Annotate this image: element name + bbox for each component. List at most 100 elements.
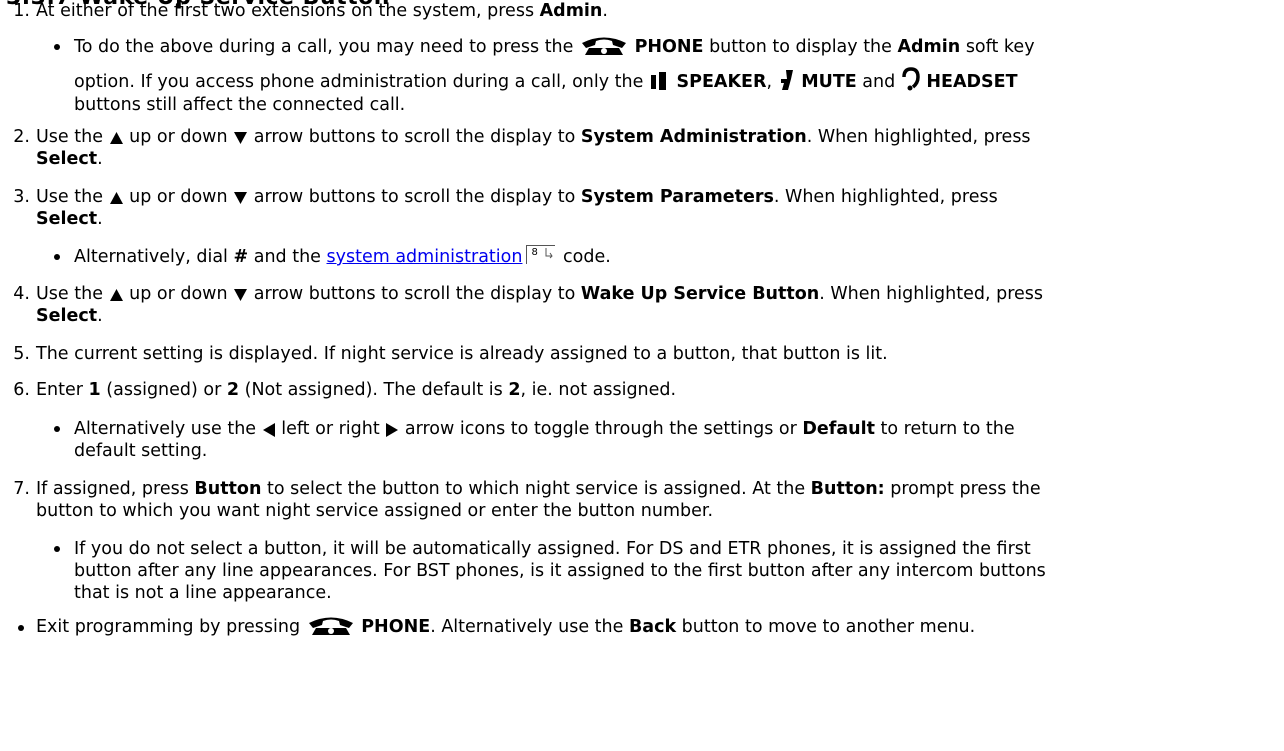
note-text: to return to the [874, 419, 1015, 439]
note-text: arrow icons to toggle through the settin… [404, 419, 803, 439]
headset-keyword: HEADSET [926, 72, 1018, 92]
system-administration-link[interactable]: system administration [327, 247, 523, 267]
step-text: . [97, 149, 103, 169]
step-4-number: 4. [13, 284, 30, 304]
bullet-dot [54, 254, 60, 260]
step-7-number: 7. [13, 479, 30, 499]
up-arrow-icon [109, 192, 123, 204]
mute-icon [780, 70, 793, 90]
step-text: up or down [129, 284, 234, 304]
bullet-dot [54, 426, 60, 432]
step-7-note-line-1: If you do not select a button, it will b… [74, 539, 1031, 559]
step-text: , ie. not assigned. [520, 380, 677, 400]
mute-keyword: MUTE [801, 72, 857, 92]
step-2-continuation: Select. [36, 147, 103, 171]
note-text: left or right [281, 419, 386, 439]
note-text: button to display the [703, 37, 898, 57]
step-text: . When highlighted, press [819, 284, 1044, 304]
step-1-note-line-1: To do the above during a call, you may n… [74, 34, 1035, 59]
down-arrow-icon [234, 132, 248, 144]
phone-icon [308, 617, 353, 635]
speaker-keyword: SPEAKER [676, 72, 767, 92]
step-3-number: 3. [13, 187, 30, 207]
bullet-dot [54, 44, 60, 50]
step-5-text: The current setting is displayed. If nig… [36, 344, 888, 364]
right-arrow-icon [386, 423, 399, 437]
step-text: . When highlighted, press [806, 127, 1031, 147]
step-text: up or down [129, 187, 234, 207]
step-text: arrow buttons to scroll the display to [253, 127, 581, 147]
step-text: Use the [36, 284, 109, 304]
page-reference[interactable]: 8 [526, 245, 556, 264]
down-arrow-icon [234, 192, 248, 204]
select-keyword: Select [36, 306, 98, 326]
note-text: and [856, 72, 901, 92]
select-keyword: Select [36, 149, 98, 169]
page-number: 8 [531, 247, 538, 258]
step-3-note: Alternatively, dial # and the system adm… [74, 245, 611, 269]
step-text: Use the [36, 187, 109, 207]
phone-keyword: PHONE [361, 617, 431, 637]
default-keyword: Default [802, 419, 875, 439]
exit-instruction: Exit programming by pressing PHONE. Alte… [36, 614, 975, 639]
up-arrow-icon [109, 132, 123, 144]
step-text: (assigned) or [100, 380, 227, 400]
step-text: Enter [36, 380, 89, 400]
step-2-text: Use the up or down arrow buttons to scro… [36, 125, 1031, 149]
up-arrow-icon [109, 289, 123, 301]
bullet-dot [54, 546, 60, 552]
document-page: 3.3.7 Wake Up Service Button 1. At eithe… [0, 0, 1284, 751]
note-text: , [766, 72, 773, 92]
admin-keyword: Admin [897, 37, 961, 57]
step-text: . [97, 209, 103, 229]
step-text: arrow buttons to scroll the display to [253, 187, 581, 207]
step-7-line-2: button to which you want night service a… [36, 501, 714, 521]
step-6-note-line-2: default setting. [74, 441, 208, 461]
note-text: To do the above during a call, you may n… [74, 37, 579, 57]
step-5-number: 5. [13, 344, 30, 364]
back-keyword: Back [628, 617, 677, 637]
step-6-note-line-1: Alternatively use the left or right arro… [74, 417, 1015, 441]
menu-item-name: Wake Up Service Button [580, 284, 820, 304]
menu-item-name: System Administration [580, 127, 807, 147]
headset-icon [902, 67, 920, 91]
step-7-note-line-3: that is not a line appearance. [74, 583, 332, 603]
select-keyword: Select [36, 209, 98, 229]
button-prompt: Button: [810, 479, 885, 499]
exit-text: button to move to another menu. [676, 617, 976, 637]
step-text: prompt press the [884, 479, 1041, 499]
step-7-note-line-2: button after any line appearances. For B… [74, 561, 1046, 581]
note-text: option. If you access phone administrati… [74, 72, 649, 92]
exit-text: Exit programming by pressing [36, 617, 306, 637]
step-3-text: Use the up or down arrow buttons to scro… [36, 185, 998, 209]
step-7-text: If assigned, press Button to select the … [36, 477, 1041, 501]
note-text: code. [557, 247, 611, 267]
button-keyword: Button [194, 479, 262, 499]
bullet-dot [18, 625, 24, 631]
option-value: 1 [88, 380, 101, 400]
step-6-text: Enter 1 (assigned) or 2 (Not assigned). … [36, 378, 676, 402]
down-arrow-icon [234, 289, 248, 301]
admin-keyword: Admin [539, 1, 603, 21]
step-text: . [97, 306, 103, 326]
step-2-number: 2. [13, 127, 30, 147]
left-arrow-icon [262, 423, 275, 437]
menu-item-name: System Parameters [580, 187, 774, 207]
phone-icon [581, 37, 626, 55]
link-arrow-icon [545, 248, 554, 259]
step-3-continuation: Select. [36, 207, 103, 231]
note-text: Alternatively use the [74, 419, 262, 439]
step-text: arrow buttons to scroll the display to [253, 284, 581, 304]
step-text: up or down [129, 127, 234, 147]
step-4-continuation: Select. [36, 304, 103, 328]
step-1-pre: At either of the first two extensions on… [36, 1, 540, 21]
step-text: to select the button to which night serv… [261, 479, 811, 499]
step-1-number: 1. [13, 1, 30, 21]
option-value: 2 [226, 380, 240, 400]
step-6-number: 6. [13, 380, 30, 400]
option-value: 2 [508, 380, 521, 400]
step-text: . When highlighted, press [773, 187, 998, 207]
step-1-text: At either of the first two extensions on… [36, 0, 608, 23]
note-text: soft key [960, 37, 1035, 57]
step-1-post: . [602, 1, 608, 21]
